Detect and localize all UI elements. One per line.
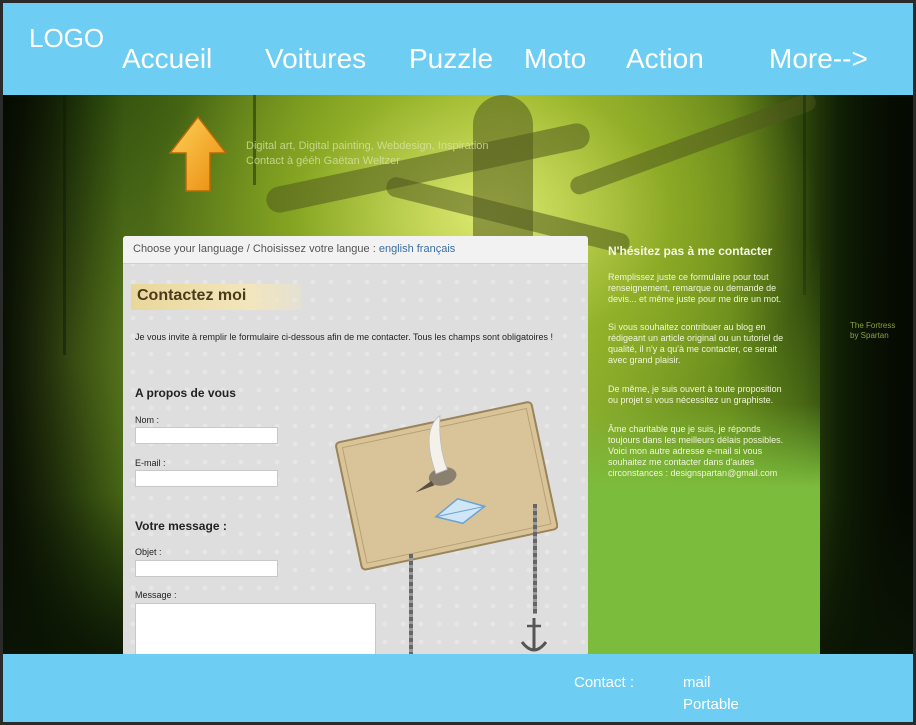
contact-sidebar: N'hésitez pas à me contacter Remplissez … xyxy=(588,236,820,656)
credit-line: by Spartan xyxy=(850,331,889,340)
nav-item-voitures[interactable]: Voitures xyxy=(265,43,366,75)
sidebar-line: renseignement, remarque ou demande de xyxy=(608,283,777,293)
name-label: Nom : xyxy=(135,415,160,425)
sidebar-line: toujours dans les meilleurs délais possi… xyxy=(608,435,784,445)
nav-item-action[interactable]: Action xyxy=(626,43,704,75)
language-link-french[interactable]: français xyxy=(417,243,456,255)
sidebar-line: Âme charitable que je suis, je réponds xyxy=(608,424,761,434)
logo[interactable]: LOGO xyxy=(29,23,104,54)
sidebar-line: Voici mon autre adresse e-mail si vous xyxy=(608,446,763,456)
intro-text: Je vous invite à remplir le formulaire c… xyxy=(135,332,554,342)
sidebar-paragraph: De même, je suis ouvert à toute proposit… xyxy=(608,384,808,406)
artwork-credit: The Fortress by Spartan xyxy=(850,321,895,341)
page-title: Contactez moi xyxy=(131,284,301,310)
language-link-english[interactable]: english xyxy=(379,243,414,255)
tagline-line: Digital art, Digital painting, Webdesign… xyxy=(246,140,489,152)
language-bar: Choose your language / Choisissez votre … xyxy=(123,236,588,264)
sidebar-line: qualité, il n'y a qu'à me contacter, ce … xyxy=(608,344,778,354)
sidebar-line: devis... et même juste pour me dire un m… xyxy=(608,294,782,304)
section-message-title: Votre message : xyxy=(135,519,227,533)
sidebar-paragraph: Remplissez juste ce formulaire pour tout… xyxy=(608,272,808,305)
subject-label: Objet : xyxy=(135,547,162,557)
sidebar-line: souhaitez me contacter dans d'autes xyxy=(608,457,755,467)
message-textarea[interactable] xyxy=(135,603,376,656)
sidebar-line: rédigeant un article original ou un tuto… xyxy=(608,333,784,343)
credit-line: The Fortress xyxy=(850,321,896,330)
footer-phone-link[interactable]: Portable xyxy=(683,696,739,713)
sidebar-line: Remplissez juste ce formulaire pour tout xyxy=(608,272,769,282)
tree-branch xyxy=(567,95,819,197)
language-prompt: Choose your language / Choisissez votre … xyxy=(133,243,376,255)
up-arrow-icon[interactable] xyxy=(168,115,228,195)
footer-contact-label: Contact : xyxy=(574,674,635,691)
sidebar-line: ou projet si vous nécessitez un graphist… xyxy=(608,395,774,405)
envelope-bird-illustration xyxy=(335,401,558,571)
top-nav-bar: LOGO Accueil Voitures Puzzle Moto Action… xyxy=(3,3,913,95)
sidebar-paragraph: Si vous souhaitez contribuer au blog en … xyxy=(608,322,808,366)
email-label: E-mail : xyxy=(135,458,166,468)
sidebar-line: avec grand plaisir. xyxy=(608,355,681,365)
tagline-line: Contact à gééh Gaëtan Weltzer xyxy=(246,155,400,167)
site-tagline: Digital art, Digital painting, Webdesign… xyxy=(246,139,489,169)
sidebar-line: circonstances : designspartan@gmail.com xyxy=(608,468,778,478)
sidebar-line: De même, je suis ouvert à toute proposit… xyxy=(608,384,782,394)
anchor-icon xyxy=(520,618,548,652)
nav-item-accueil[interactable]: Accueil xyxy=(122,43,212,75)
nav-item-moto[interactable]: Moto xyxy=(524,43,586,75)
section-about-title: A propos de vous xyxy=(135,386,236,400)
sidebar-title: N'hésitez pas à me contacter xyxy=(608,244,773,258)
sidebar-line: Si vous souhaitez contribuer au blog en xyxy=(608,322,766,332)
name-field[interactable] xyxy=(135,427,278,444)
email-field[interactable] xyxy=(135,470,278,487)
footer-mail-link[interactable]: mail xyxy=(683,674,711,691)
subject-field[interactable] xyxy=(135,560,278,577)
footer-bar: Contact : mail Portable xyxy=(3,654,913,722)
nav-item-puzzle[interactable]: Puzzle xyxy=(409,43,493,75)
nav-item-more[interactable]: More--> xyxy=(769,43,868,75)
sidebar-paragraph: Âme charitable que je suis, je réponds t… xyxy=(608,424,808,479)
hanging-chain xyxy=(409,554,413,656)
contact-panel: Choose your language / Choisissez votre … xyxy=(123,236,588,656)
page-frame: LOGO Accueil Voitures Puzzle Moto Action… xyxy=(0,0,916,725)
message-label: Message : xyxy=(135,590,177,600)
hanging-chain xyxy=(533,504,537,614)
